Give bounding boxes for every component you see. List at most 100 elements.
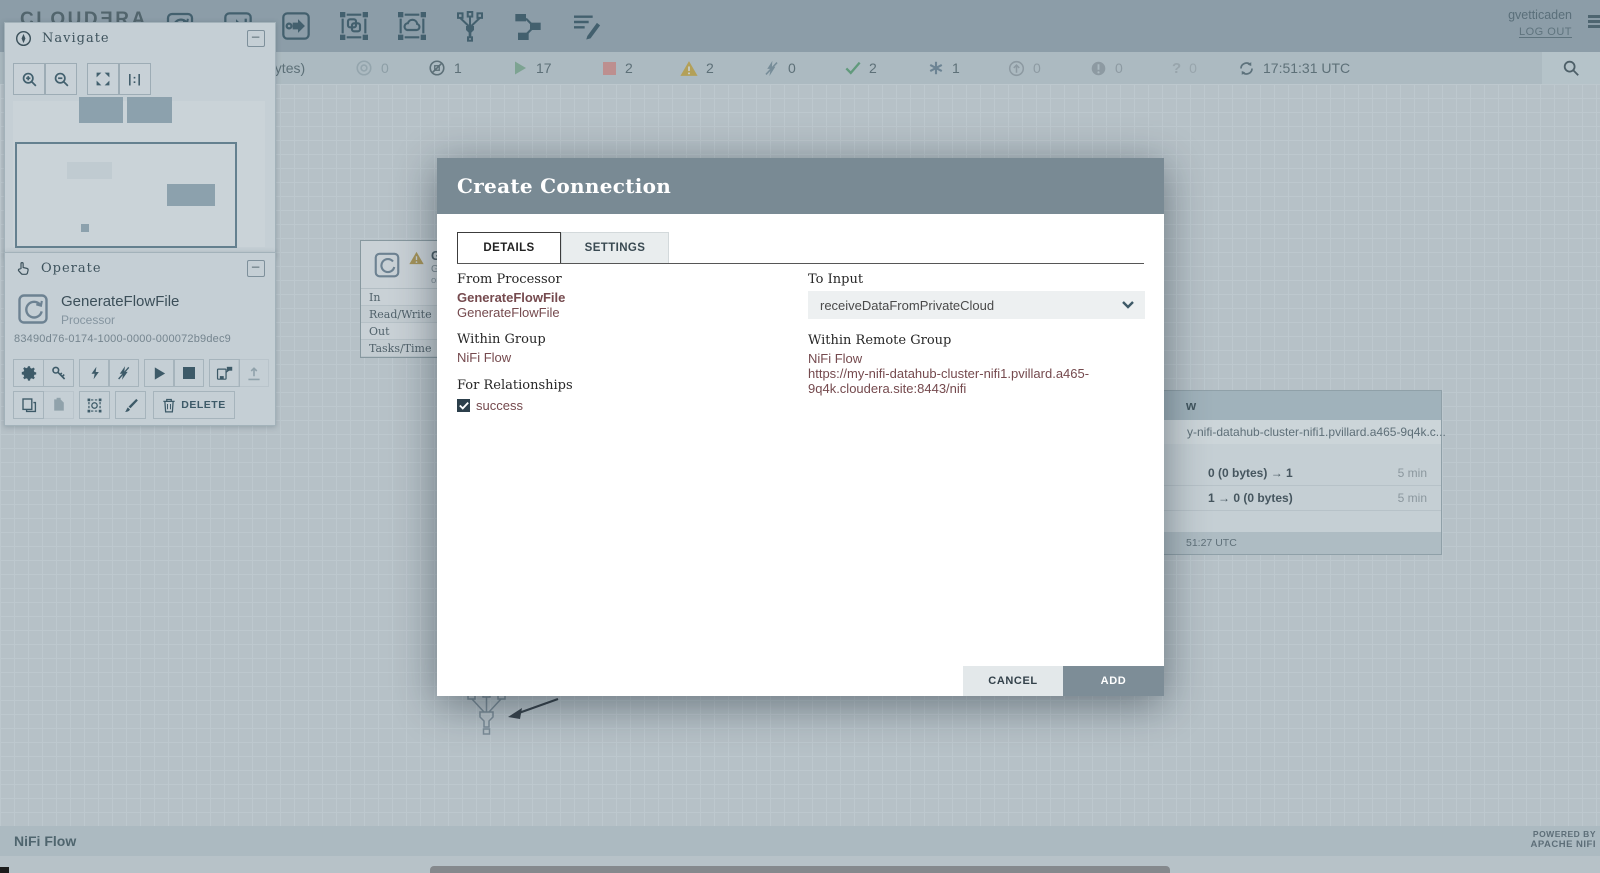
invalid-status: 2 <box>680 52 714 84</box>
breadcrumb[interactable]: NiFi Flow <box>14 833 76 849</box>
funnel-icon[interactable] <box>453 9 487 43</box>
paste-button[interactable] <box>43 391 74 419</box>
invalid-count: 2 <box>706 60 714 76</box>
label-icon[interactable] <box>569 9 603 43</box>
connection-source-column: From Processor GenerateFlowFile Generate… <box>457 272 787 413</box>
minimap-block <box>167 184 215 206</box>
zoom-out-button[interactable] <box>45 63 77 95</box>
disable-button[interactable] <box>108 359 139 387</box>
remote-group-refreshed: 51:27 UTC <box>1186 537 1237 549</box>
to-input-select[interactable]: receiveDataFromPrivateCloud <box>808 291 1145 319</box>
remote-group-url: y-nifi-datahub-cluster-nifi1.pvillard.a4… <box>1187 425 1446 439</box>
stale-status: 0 <box>1008 52 1041 84</box>
check-icon <box>459 401 469 410</box>
logout-link[interactable]: LOG OUT <box>1508 26 1572 38</box>
fill-color-button[interactable] <box>115 391 146 419</box>
cancel-button[interactable]: CANCEL <box>963 666 1063 696</box>
zoom-fit-button[interactable] <box>87 63 119 95</box>
for-relationships-label: For Relationships <box>457 378 787 393</box>
remote-group-name: NiFi Flow <box>808 351 1145 366</box>
processor-icon <box>372 250 402 280</box>
dialog-body: DETAILS SETTINGS From Processor Generate… <box>437 214 1164 696</box>
corner-chip <box>0 867 9 873</box>
locally-modified-stale-count: 0 <box>1115 60 1123 76</box>
selected-component-name: GenerateFlowFile <box>61 293 179 310</box>
group-button[interactable] <box>79 391 110 419</box>
process-group-icon[interactable] <box>337 9 371 43</box>
enable-button[interactable] <box>79 359 110 387</box>
to-input-value: receiveDataFromPrivateCloud <box>820 298 994 313</box>
one-to-one-label: |:| <box>128 72 142 86</box>
navigate-tools: |:| <box>13 63 151 95</box>
transmitting-status: 0 <box>355 52 389 84</box>
sync-failure-icon: ? <box>1172 60 1181 77</box>
search-icon <box>1562 59 1580 77</box>
remote-process-group-icon[interactable] <box>395 9 429 43</box>
within-group-value: NiFi Flow <box>457 350 787 365</box>
minimap-block <box>79 97 123 123</box>
key-icon <box>51 365 67 381</box>
brush-icon <box>122 397 139 414</box>
navigate-title: Navigate <box>42 31 110 46</box>
received-window: 5 min <box>1398 491 1427 505</box>
up-to-date-icon <box>845 61 861 75</box>
from-processor-label: From Processor <box>457 272 787 287</box>
collapse-operate-button[interactable]: − <box>247 260 265 277</box>
copy-button[interactable] <box>13 391 44 419</box>
username: gvetticaden <box>1508 8 1572 22</box>
tab-settings[interactable]: SETTINGS <box>561 232 669 263</box>
operate-panel: Operate − GenerateFlowFile Processor 834… <box>4 252 276 426</box>
powered-by: POWERED BY APACHE NIFI <box>1531 829 1597 850</box>
zoom-actual-size-button[interactable]: |:| <box>119 63 151 95</box>
refresh-time: 17:51:31 UTC <box>1263 60 1350 76</box>
search-button[interactable] <box>1542 52 1600 84</box>
disabled-count: 0 <box>788 60 796 76</box>
stopped-icon <box>602 61 617 76</box>
paste-icon <box>51 397 67 413</box>
up-to-date-status: 2 <box>845 52 877 84</box>
access-policies-button[interactable] <box>43 359 74 387</box>
disabled-status: 0 <box>763 52 796 84</box>
zoom-in-button[interactable] <box>13 63 45 95</box>
stopped-status: 2 <box>602 52 633 84</box>
refresh-status: 17:51:31 UTC <box>1238 52 1350 84</box>
from-processor-type: GenerateFlowFile <box>457 305 787 320</box>
from-processor-name: GenerateFlowFile <box>457 290 787 305</box>
not-transmitting-icon <box>428 59 446 77</box>
connection-destination-column: To Input receiveDataFromPrivateCloud Wit… <box>808 272 1145 396</box>
play-icon <box>152 366 167 381</box>
locally-modified-stale-icon <box>1090 60 1107 77</box>
stale-count: 0 <box>1033 60 1041 76</box>
template-icon[interactable] <box>511 9 545 43</box>
selected-component-type: Processor <box>61 313 115 327</box>
sent-stat: 0 (0 bytes) → 1 <box>1208 466 1293 480</box>
refresh-icon[interactable] <box>1238 60 1255 77</box>
slashed-lightning-icon <box>116 365 131 381</box>
lightning-icon <box>88 365 102 381</box>
delete-button[interactable]: DELETE <box>153 391 235 419</box>
remote-group-url: https://my-nifi-datahub-cluster-nifi1.pv… <box>808 366 1153 396</box>
minimap-viewport[interactable] <box>15 142 237 248</box>
add-button[interactable]: ADD <box>1063 666 1164 696</box>
locally-modified-status: 1 <box>928 52 960 84</box>
tab-details[interactable]: DETAILS <box>457 232 561 263</box>
transmitting-icon <box>355 59 373 77</box>
upload-template-button[interactable] <box>238 359 269 387</box>
running-status: 17 <box>512 52 552 84</box>
selected-component-id[interactable]: 83490d76-0174-1000-0000-000072b9dec9 <box>14 333 231 345</box>
create-template-button[interactable] <box>209 359 240 387</box>
relationship-row: success <box>457 398 787 413</box>
global-menu-icon[interactable] <box>1588 15 1600 29</box>
start-button[interactable] <box>144 359 175 387</box>
transmitting-count: 0 <box>381 60 389 76</box>
locally-modified-count: 1 <box>952 60 960 76</box>
output-port-icon[interactable] <box>279 9 313 43</box>
gear-icon <box>21 365 37 381</box>
collapse-navigate-button[interactable]: − <box>247 30 265 47</box>
stop-button[interactable] <box>173 359 204 387</box>
configure-button[interactable] <box>13 359 44 387</box>
success-checkbox[interactable] <box>457 399 470 412</box>
hand-icon <box>15 260 31 277</box>
birdseye-minimap[interactable] <box>13 101 265 247</box>
compass-icon <box>15 30 32 47</box>
